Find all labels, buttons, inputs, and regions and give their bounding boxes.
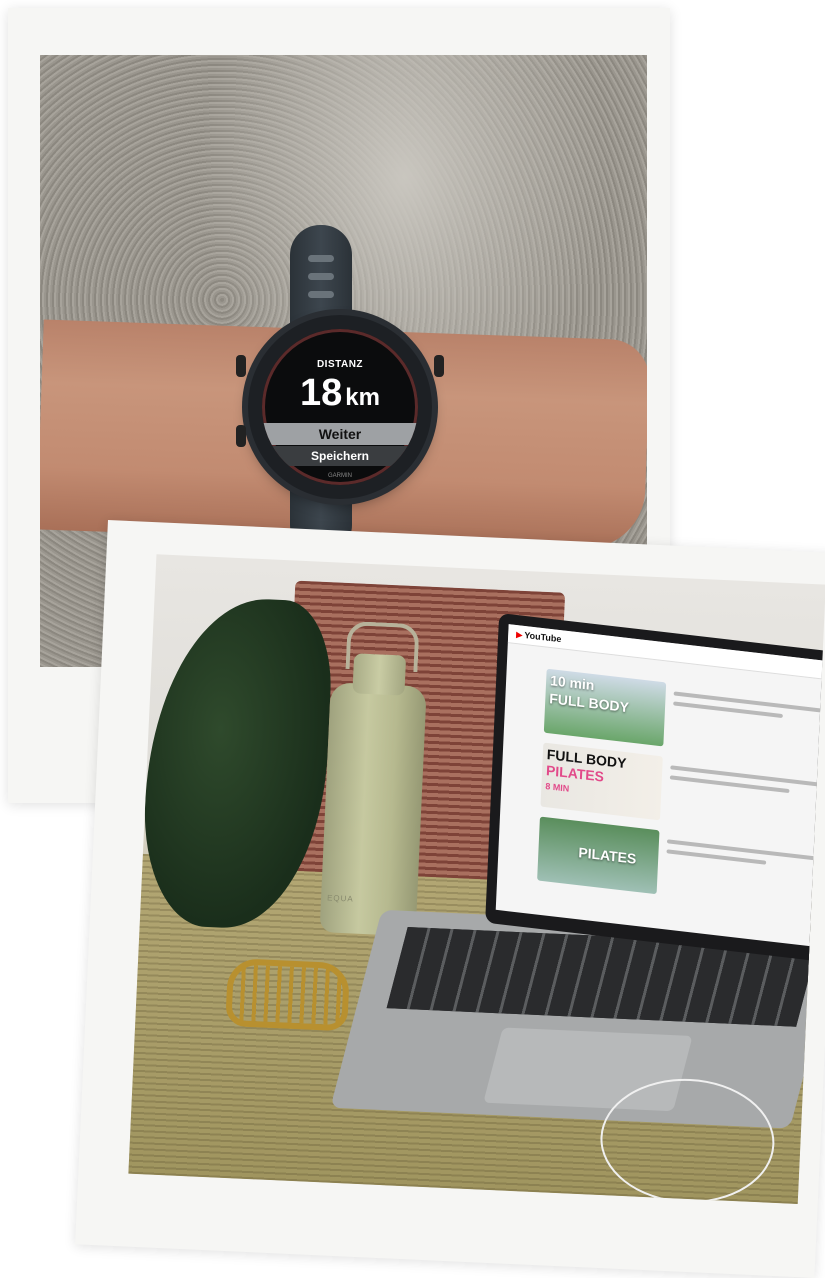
desk-photo: EQUA YouTube 10 min FULL BODY FULL BODY … <box>128 554 825 1204</box>
distance-value: 18 km <box>262 373 418 418</box>
youtube-logo: YouTube <box>516 629 561 644</box>
menu-option-save: Speichern <box>262 446 418 466</box>
video-thumbnail: FULL BODY PILATES 8 MIN <box>540 742 663 821</box>
thumbnail-text: PILATES <box>578 844 637 867</box>
watch-brand: GARMIN <box>328 473 352 479</box>
polaroid-desk: EQUA YouTube 10 min FULL BODY FULL BODY … <box>75 520 825 1278</box>
laptop-screen: YouTube 10 min FULL BODY FULL BODY PILAT… <box>485 612 825 962</box>
watch-button <box>236 425 246 447</box>
smartwatch: DISTANZ 18 km Weiter Speichern GARMIN <box>236 315 444 499</box>
thumbnail-text: 10 min <box>549 672 595 694</box>
thumbnail-text: FULL BODY <box>549 690 630 716</box>
watch-screen: DISTANZ 18 km Weiter Speichern GARMIN <box>262 329 418 485</box>
watch-button <box>434 355 444 377</box>
bottle-cap <box>352 653 407 696</box>
video-thumbnail: PILATES <box>537 816 660 895</box>
thumbnail-text: 8 MIN <box>545 781 570 794</box>
distance-number: 18 <box>300 372 343 414</box>
hair-claw-clip <box>225 957 351 1032</box>
water-bottle: EQUA <box>319 620 427 937</box>
bottle-logo: EQUA <box>326 893 354 904</box>
video-thumbnail: 10 min FULL BODY <box>543 668 667 747</box>
menu-option-continue: Weiter <box>262 423 418 445</box>
watch-button <box>236 355 246 377</box>
distance-unit: km <box>345 384 380 411</box>
youtube-page: YouTube 10 min FULL BODY FULL BODY PILAT… <box>495 624 825 948</box>
distance-label: DISTANZ <box>316 359 364 370</box>
